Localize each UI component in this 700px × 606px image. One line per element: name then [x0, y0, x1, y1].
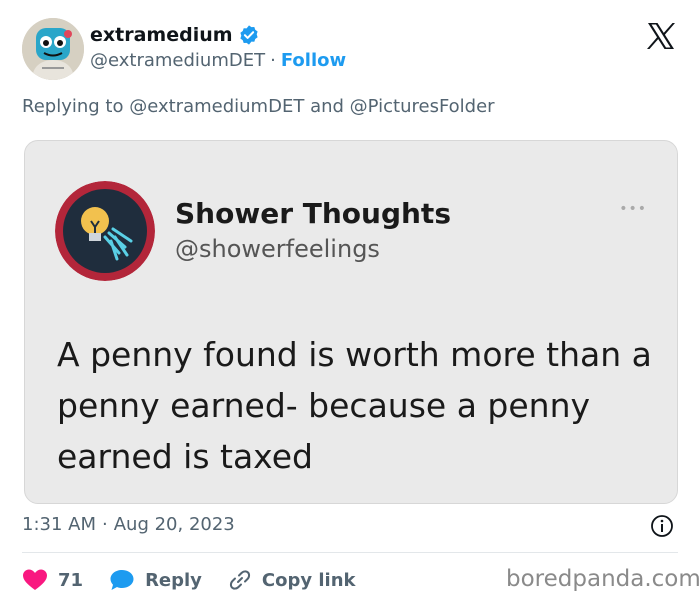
author-display-name[interactable]: extramedium: [90, 24, 233, 46]
action-bar: 71 Reply Copy link: [22, 566, 382, 594]
quoted-post-image[interactable]: Shower Thoughts @showerfeelings ••• A pe…: [24, 140, 678, 504]
timestamp-separator: ·: [102, 514, 108, 535]
copy-link-label: Copy link: [261, 569, 356, 591]
quoted-author-avatar: [55, 181, 155, 281]
reply-context: Replying to @extramediumDET and @Picture…: [22, 96, 495, 117]
quoted-author-name: Shower Thoughts: [175, 197, 451, 230]
author-name-row: extramedium: [90, 24, 260, 46]
author-avatar[interactable]: [22, 18, 84, 80]
heart-icon: [23, 569, 47, 590]
x-logo-icon[interactable]: [646, 22, 676, 50]
verified-badge-icon: [239, 25, 258, 45]
post-time: 1:31 AM: [22, 514, 96, 535]
reply-mention-2[interactable]: @PicturesFolder: [350, 96, 495, 117]
reply-bubble-icon: [110, 570, 134, 590]
handle-separator: ·: [270, 50, 276, 71]
reply-label: Reply: [145, 569, 202, 591]
like-button[interactable]: 71: [22, 568, 83, 592]
reply-button[interactable]: Reply: [109, 568, 202, 592]
watermark: boredpanda.com: [506, 566, 700, 592]
author-handle-row: @extramediumDET · Follow: [90, 50, 346, 71]
quoted-post-text: A penny found is worth more than a penny…: [57, 335, 652, 476]
reply-conjunction: and: [310, 96, 344, 117]
post-timestamp[interactable]: 1:31 AM · Aug 20, 2023: [22, 514, 235, 535]
post-date: Aug 20, 2023: [113, 514, 235, 535]
quoted-more-icon: •••: [619, 201, 647, 217]
author-handle[interactable]: @extramediumDET: [90, 50, 265, 71]
reply-mention-1[interactable]: @extramediumDET: [129, 96, 304, 117]
reply-prefix: Replying to: [22, 96, 124, 117]
follow-button[interactable]: Follow: [281, 50, 346, 71]
like-count: 71: [58, 569, 84, 591]
tweet-header: extramedium @extramediumDET · Follow: [22, 18, 678, 80]
link-icon: [229, 570, 250, 590]
divider: [22, 552, 678, 553]
info-icon[interactable]: [650, 514, 674, 538]
copy-link-button[interactable]: Copy link: [228, 568, 356, 592]
quoted-author-handle: @showerfeelings: [175, 235, 380, 263]
